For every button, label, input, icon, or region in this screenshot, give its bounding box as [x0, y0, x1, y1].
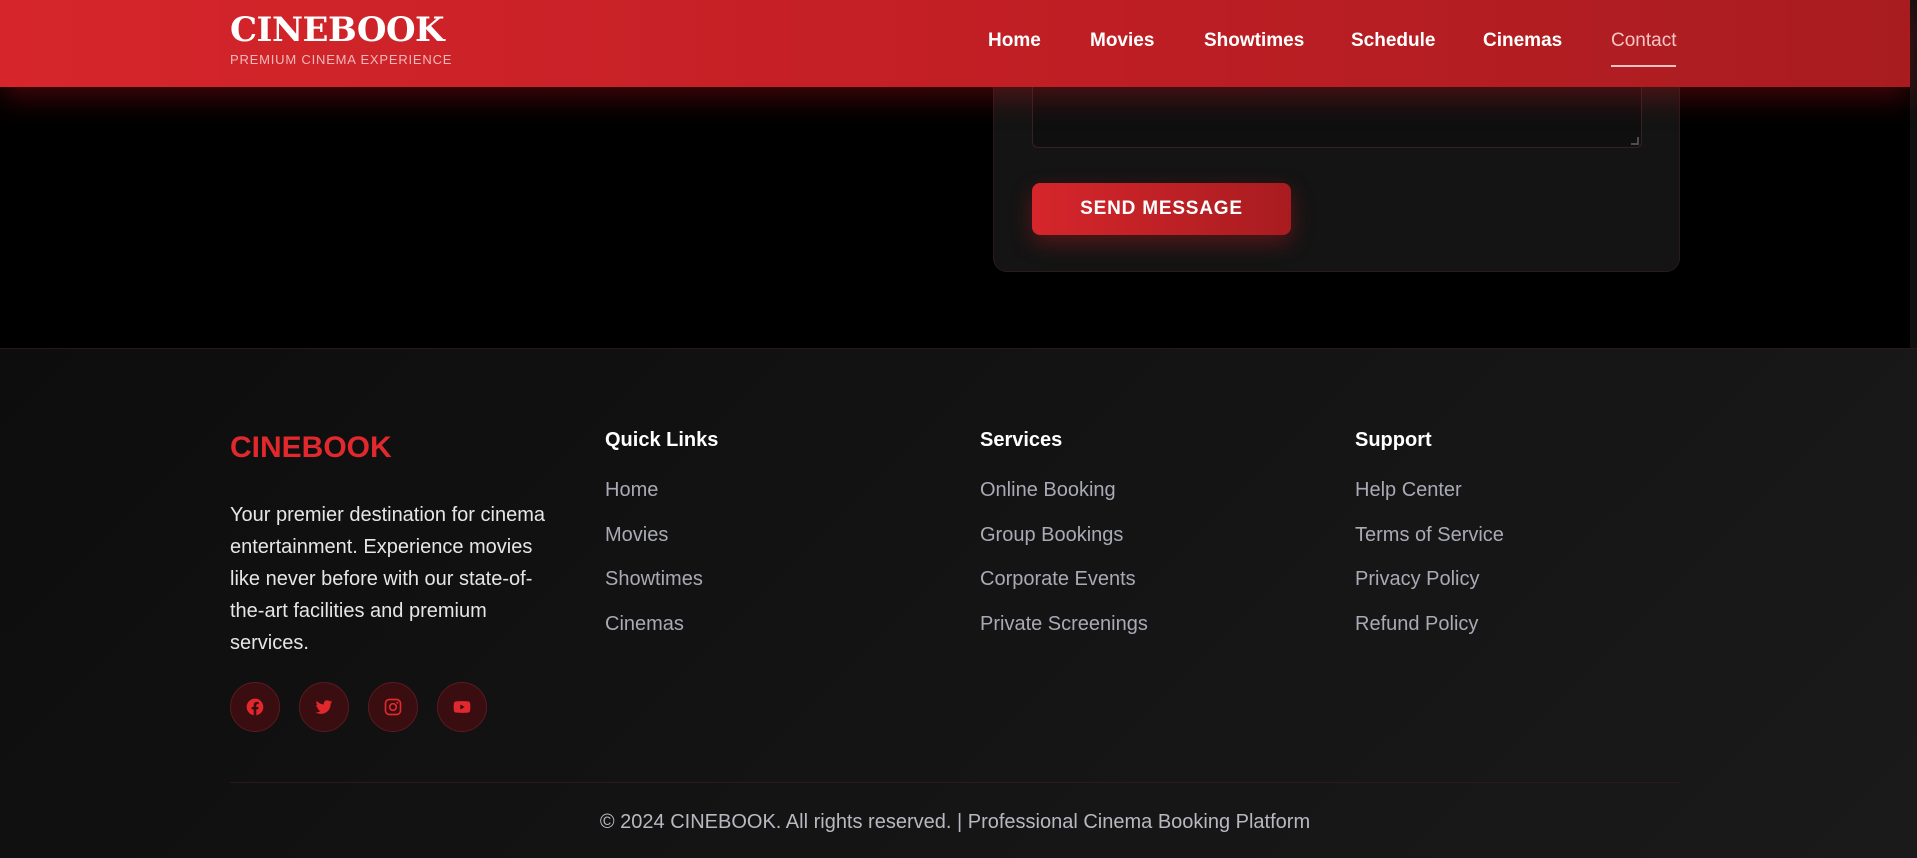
- footer-link-showtimes[interactable]: Showtimes: [605, 568, 718, 613]
- footer-link-cinemas[interactable]: Cinemas: [605, 613, 718, 658]
- main-nav: Home Movies Showtimes Schedule Cinemas C…: [0, 30, 1910, 67]
- footer-link-corporate-events[interactable]: Corporate Events: [980, 568, 1148, 613]
- footer-brand: CINEBOOK: [230, 431, 392, 464]
- column-title: Quick Links: [605, 429, 719, 451]
- footer-link-refund[interactable]: Refund Policy: [1355, 613, 1504, 658]
- footer-link-movies[interactable]: Movies: [605, 524, 718, 569]
- youtube-link[interactable]: [437, 682, 487, 732]
- facebook-icon: [246, 698, 264, 716]
- instagram-icon: [384, 698, 402, 716]
- instagram-link[interactable]: [368, 682, 418, 732]
- copyright-text: © 2024 CINEBOOK. All rights reserved. | …: [599, 811, 1311, 833]
- twitter-icon: [315, 700, 333, 714]
- footer-column-services: Services Online Booking Group Bookings C…: [980, 429, 1148, 657]
- footer-link-private-screenings[interactable]: Private Screenings: [980, 613, 1148, 658]
- footer-link-help-center[interactable]: Help Center: [1355, 479, 1504, 524]
- nav-link-schedule[interactable]: Schedule: [1351, 30, 1435, 52]
- footer-link-terms[interactable]: Terms of Service: [1355, 524, 1504, 569]
- footer-link-online-booking[interactable]: Online Booking: [980, 479, 1148, 524]
- twitter-link[interactable]: [299, 682, 349, 732]
- footer-divider: [230, 782, 1680, 783]
- footer-column-quick-links: Quick Links Home Movies Showtimes Cinema…: [605, 429, 718, 657]
- column-title: Support: [1355, 429, 1432, 451]
- nav-link-movies[interactable]: Movies: [1090, 30, 1154, 52]
- footer-description: Your premier destination for cinema ente…: [230, 504, 545, 654]
- nav-link-contact[interactable]: Contact: [1611, 30, 1677, 67]
- footer-link-privacy[interactable]: Privacy Policy: [1355, 568, 1504, 613]
- footer-column-support: Support Help Center Terms of Service Pri…: [1355, 429, 1504, 657]
- footer-link-group-bookings[interactable]: Group Bookings: [980, 524, 1148, 569]
- site-footer: CINEBOOK Your premier destination for ci…: [0, 348, 1917, 858]
- send-message-button[interactable]: SEND MESSAGE: [1032, 183, 1291, 235]
- nav-link-home[interactable]: Home: [988, 30, 1041, 52]
- footer-link-home[interactable]: Home: [605, 479, 718, 524]
- youtube-icon: [453, 701, 471, 713]
- column-title: Services: [980, 429, 1063, 451]
- nav-link-cinemas[interactable]: Cinemas: [1483, 30, 1562, 52]
- facebook-link[interactable]: [230, 682, 280, 732]
- resize-handle[interactable]: [1631, 137, 1639, 145]
- top-navbar: CINEBOOK PREMIUM CINEMA EXPERIENCE Home …: [0, 0, 1910, 87]
- nav-link-showtimes[interactable]: Showtimes: [1204, 30, 1304, 52]
